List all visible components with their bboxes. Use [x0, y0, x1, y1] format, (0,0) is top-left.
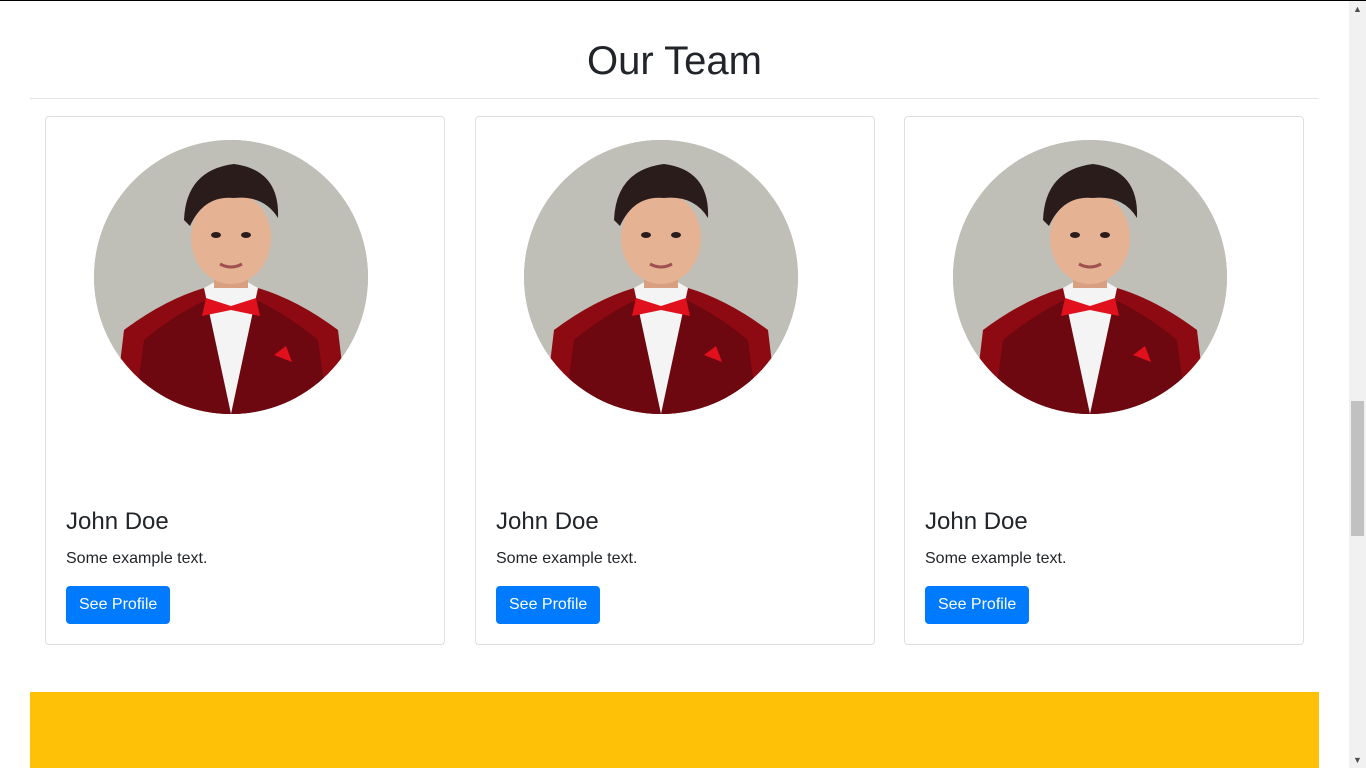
scroll-up-arrow-icon[interactable]: ▲ [1349, 1, 1366, 18]
section-title: Our Team [587, 39, 762, 83]
avatar [953, 140, 1227, 414]
title-divider [30, 98, 1319, 99]
team-card: John Doe Some example text. See Profile [904, 116, 1304, 645]
card-text: Some example text. [66, 550, 208, 567]
footer-band [30, 692, 1319, 768]
scroll-down-arrow-icon[interactable]: ▼ [1349, 752, 1366, 768]
card-name: John Doe [496, 508, 599, 535]
team-card: John Doe Some example text. See Profile [45, 116, 445, 645]
avatar [524, 140, 798, 414]
see-profile-button[interactable]: See Profile [66, 586, 171, 624]
see-profile-button[interactable]: See Profile [925, 586, 1030, 624]
card-name: John Doe [925, 508, 1028, 535]
scrollbar-thumb[interactable] [1351, 401, 1364, 536]
card-name: John Doe [66, 508, 169, 535]
team-card: John Doe Some example text. See Profile [475, 116, 875, 645]
vertical-scrollbar[interactable]: ▲ ▼ [1349, 1, 1366, 768]
avatar [94, 140, 368, 414]
page: Our Team John Doe Some example text. See… [0, 0, 1366, 768]
card-text: Some example text. [496, 550, 638, 567]
see-profile-button[interactable]: See Profile [496, 586, 601, 624]
team-section: Our Team John Doe Some example text. See… [30, 1, 1319, 645]
card-text: Some example text. [925, 550, 1067, 567]
